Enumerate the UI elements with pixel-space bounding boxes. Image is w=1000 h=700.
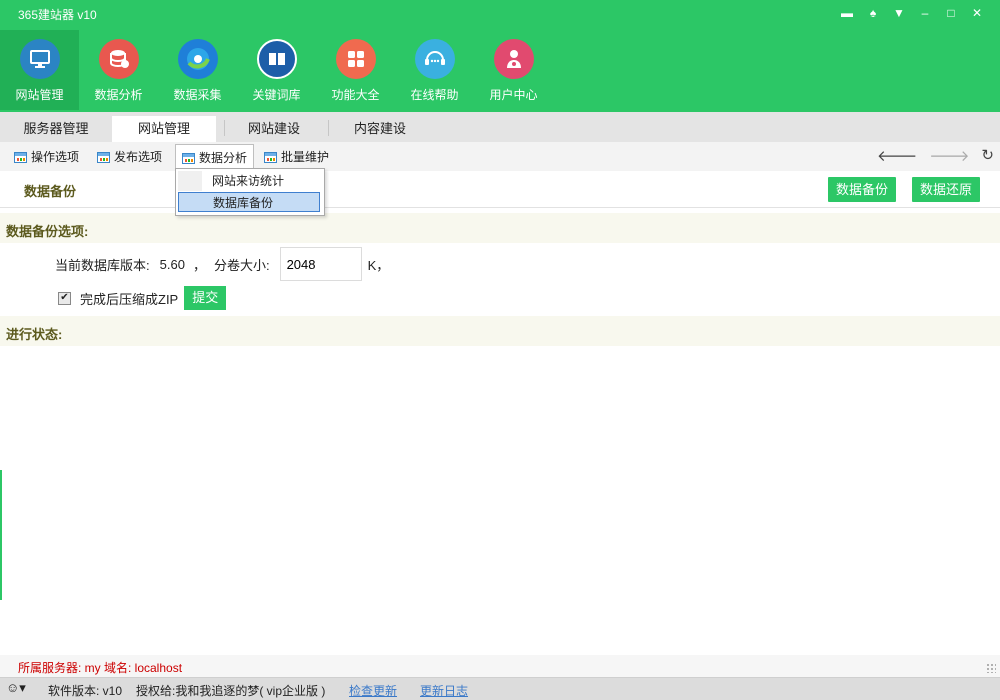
headset-icon <box>414 39 455 79</box>
database-icon <box>98 39 139 79</box>
backup-options-section: 数据备份选项: <box>0 213 1000 243</box>
tab-server-management[interactable]: 服务器管理 <box>8 116 104 142</box>
user-icon <box>493 39 534 79</box>
tab-site-building[interactable]: 网站建设 <box>226 116 322 142</box>
server-info: 所属服务器: my 域名: localhost <box>18 661 183 675</box>
refresh-icon[interactable]: ↻ <box>981 146 994 165</box>
browser-globe-icon <box>177 39 218 79</box>
update-log-link[interactable]: 更新日志 <box>420 682 468 699</box>
toolbar: 操作选项 发布选项 数据分析 批量维护 <box>0 142 1000 171</box>
license-info: 授权给:我和我追逐的梦( vip企业版 ) <box>136 684 326 698</box>
top-header: 365建站器 v10 ▬ ♠ ▼ – □ ✕ 网站管理 数据分析 数据采集 关键… <box>0 0 1000 112</box>
menu-item-label: 数据库备份 <box>213 196 274 210</box>
monitor-icon <box>19 39 60 79</box>
nav-item-keyword-library[interactable]: 关键词库 <box>237 30 316 110</box>
maximize-icon[interactable]: □ <box>938 4 964 22</box>
nav-label: 数据采集 <box>173 88 222 102</box>
toolbar-label: 操作选项 <box>31 150 80 164</box>
nav-label: 功能大全 <box>331 88 380 102</box>
close-icon[interactable]: ✕ <box>964 4 990 22</box>
nav-label: 关键词库 <box>252 88 301 102</box>
chart-window-icon <box>264 151 277 163</box>
left-edge-accent <box>0 470 2 600</box>
nav-item-user-center[interactable]: 用户中心 <box>474 30 553 110</box>
tab-site-management[interactable]: 网站管理 <box>112 116 216 142</box>
page-title: 数据备份 <box>24 184 77 199</box>
menu-item-db-backup[interactable]: 数据库备份 <box>178 192 320 212</box>
menu-item-label: 网站来访统计 <box>212 174 285 188</box>
menu-icon[interactable]: ▼ <box>886 4 912 22</box>
submit-button[interactable]: 提交 <box>184 286 227 310</box>
db-version-label: 当前数据库版本: <box>55 257 150 273</box>
restore-button[interactable]: 数据还原 <box>912 177 981 202</box>
backup-settings-row: 当前数据库版本: 5.60 ， 分卷大小: K， <box>55 246 389 282</box>
toolbar-label: 发布选项 <box>114 150 163 164</box>
tab-bar: 服务器管理 网站管理 网站建设 内容建设 <box>0 112 1000 143</box>
volume-size-label: 分卷大小: <box>213 257 270 273</box>
tab-divider <box>224 120 225 136</box>
toolbar-label: 批量维护 <box>281 150 330 164</box>
page-header: 数据备份 数据备份 数据还原 <box>0 171 1000 208</box>
section-title: 进行状态: <box>6 327 63 342</box>
window-controls: ▬ ♠ ▼ – □ ✕ <box>834 4 990 22</box>
mascot-icon[interactable]: ☺▾ <box>6 680 26 696</box>
nav-item-all-functions[interactable]: 功能大全 <box>316 30 395 110</box>
menu-item-visit-stats[interactable]: 网站来访统计 <box>178 171 320 191</box>
nav-item-data-analysis[interactable]: 数据分析 <box>79 30 158 110</box>
resize-grip-icon[interactable] <box>986 663 996 673</box>
zip-row: ✔ 完成后压缩成ZIP 提交 <box>58 286 227 310</box>
nav-label: 用户中心 <box>489 88 538 102</box>
section-title: 数据备份选项: <box>6 224 89 239</box>
server-info-bar: 所属服务器: my 域名: localhost <box>0 655 1000 677</box>
volume-unit: K， <box>367 257 390 273</box>
nav-label: 在线帮助 <box>410 88 459 102</box>
tab-content-building[interactable]: 内容建设 <box>332 116 428 142</box>
toolbar-data-analysis[interactable]: 数据分析 <box>175 144 255 171</box>
chart-window-icon <box>14 151 27 163</box>
status-bar: ☺▾ 软件版本: v10 授权给:我和我追逐的梦( vip企业版 ) 检查更新 … <box>0 677 1000 700</box>
back-arrow-icon[interactable]: 🡐 <box>877 146 917 165</box>
shirt-icon[interactable]: ♠ <box>860 4 886 22</box>
software-version: 软件版本: v10 <box>48 684 123 698</box>
db-version-value: 5.60 <box>159 256 185 272</box>
toolbar-publish-options[interactable]: 发布选项 <box>97 146 162 168</box>
main-nav: 网站管理 数据分析 数据采集 关键词库 功能大全 在线帮助 用户中心 <box>0 30 553 112</box>
nav-item-site-management[interactable]: 网站管理 <box>0 30 79 110</box>
chart-window-icon <box>182 152 195 164</box>
minimize-icon[interactable]: – <box>912 4 938 22</box>
chart-window-icon <box>97 151 110 163</box>
check-update-link[interactable]: 检查更新 <box>349 682 397 699</box>
app-title: 365建站器 v10 <box>18 8 97 22</box>
nav-label: 数据分析 <box>94 88 143 102</box>
separator: ， <box>192 257 206 273</box>
volume-size-input[interactable] <box>279 247 362 281</box>
toolbar-label: 数据分析 <box>199 151 248 165</box>
message-icon[interactable]: ▬ <box>834 4 860 22</box>
history-controls: 🡐 🡒 ↻ <box>877 146 994 165</box>
nav-label: 网站管理 <box>15 88 64 102</box>
toolbar-batch-maintenance[interactable]: 批量维护 <box>264 146 329 168</box>
nav-item-online-help[interactable]: 在线帮助 <box>395 30 474 110</box>
zip-label: 完成后压缩成ZIP <box>80 291 179 307</box>
tab-divider <box>328 120 329 136</box>
nav-item-data-collection[interactable]: 数据采集 <box>158 30 237 110</box>
toolbar-operation-options[interactable]: 操作选项 <box>14 146 79 168</box>
grid-icon <box>335 39 376 79</box>
backup-button[interactable]: 数据备份 <box>828 177 897 202</box>
forward-arrow-icon[interactable]: 🡒 <box>929 146 969 165</box>
progress-section: 进行状态: <box>0 316 1000 346</box>
data-analysis-menu: 网站来访统计 数据库备份 <box>175 168 325 216</box>
zip-checkbox[interactable]: ✔ <box>58 291 71 305</box>
book-icon <box>256 39 297 79</box>
